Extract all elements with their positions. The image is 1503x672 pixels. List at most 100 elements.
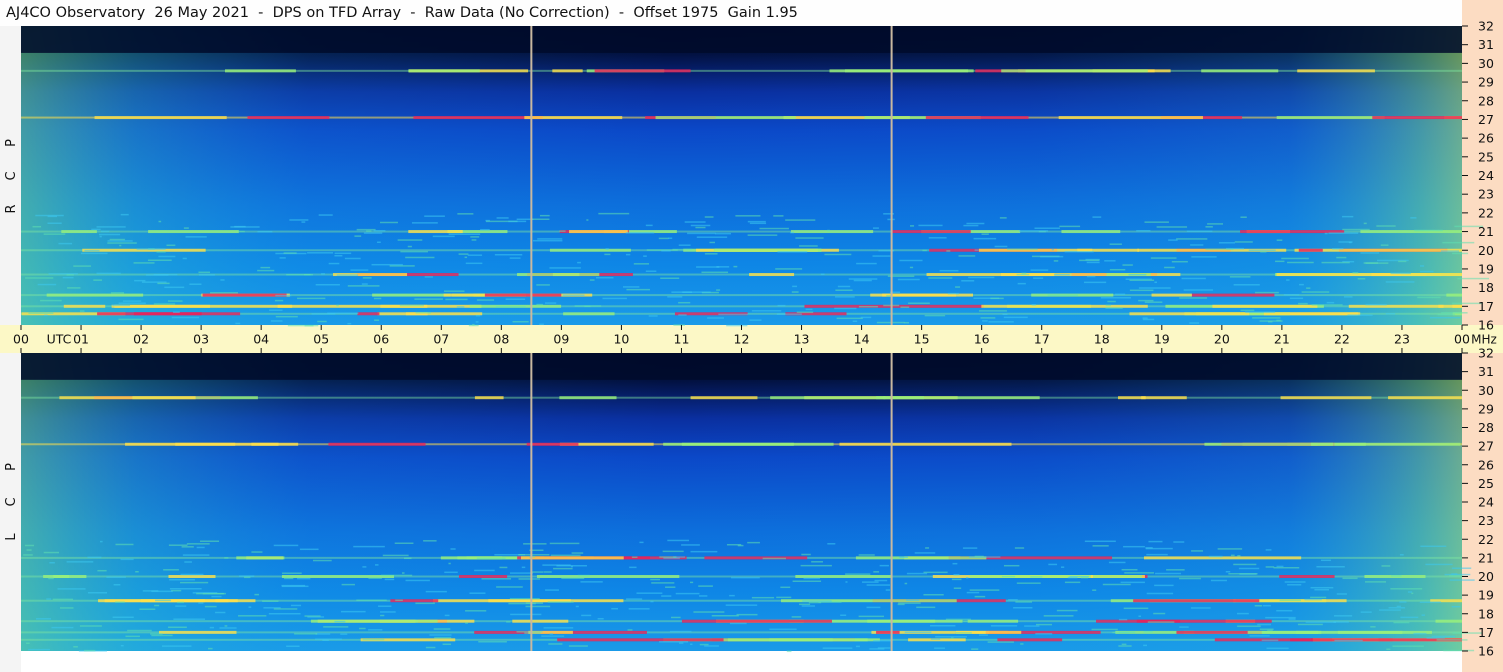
spectrogram-speckle	[475, 314, 481, 317]
spectrogram-speckle	[1252, 317, 1281, 319]
spectrogram-speckle	[1321, 261, 1350, 264]
spectrogram-speckle	[549, 542, 580, 545]
spectrogram-speckle	[845, 581, 848, 583]
spectrogram-speckle	[803, 577, 820, 580]
spectrogram-speckle	[47, 222, 62, 224]
interference-segment	[663, 442, 834, 446]
spectrogram-speckle	[1118, 618, 1128, 621]
spectrogram-speckle	[1408, 591, 1413, 593]
spectrogram-speckle	[1233, 563, 1257, 566]
spectrogram-speckle	[496, 217, 509, 219]
spectrogram-speckle	[1310, 596, 1327, 599]
spectrogram-speckle	[811, 561, 823, 563]
spectrogram-speckle	[1008, 599, 1018, 601]
spectrogram-speckle	[115, 601, 125, 603]
spectrogram-speckle	[198, 602, 204, 604]
spectrogram-speckle	[1265, 549, 1272, 551]
interference-segment	[46, 293, 144, 297]
spectrogram-speckle	[643, 255, 647, 257]
spectrogram-speckle	[658, 237, 669, 240]
spectrogram-speckle	[808, 601, 822, 604]
interference-segment	[690, 396, 758, 400]
spectrogram-speckle	[474, 569, 495, 572]
spectrogram-speckle	[1279, 599, 1302, 602]
frequency-tick-label: 30	[1478, 56, 1494, 71]
interference-segment	[981, 304, 1148, 308]
spectrogram-speckle	[1207, 223, 1224, 225]
spectrogram-speckle	[897, 603, 905, 606]
interference-segment	[1276, 116, 1385, 120]
spectrogram-speckle	[145, 274, 169, 276]
spectrogram-speckle	[28, 312, 54, 315]
spectrogram-speckle	[151, 634, 173, 637]
spectrogram-speckle	[411, 222, 438, 224]
spectrogram-speckle	[1392, 645, 1424, 647]
spectrogram-speckle	[1417, 296, 1441, 299]
spectrogram-speckle	[93, 279, 102, 281]
spectrogram-speckle	[1084, 281, 1107, 284]
spectrogram-speckle	[729, 622, 747, 625]
spectrogram-speckle	[107, 240, 133, 242]
spectrogram-speckle	[969, 556, 1001, 558]
spectrogram-speckle	[59, 607, 74, 609]
spectrogram-speckle	[1092, 545, 1109, 547]
spectrogram-speckle	[1305, 621, 1337, 623]
spectrogram-speckle	[1298, 302, 1308, 305]
spectrogram-speckle	[99, 235, 102, 238]
spectrogram-speckle	[361, 283, 368, 285]
spectrogram-speckle	[709, 241, 716, 244]
spectrogram-speckle	[1146, 592, 1174, 595]
spectrogram-speckle	[327, 312, 359, 315]
spectrogram-speckle	[648, 315, 658, 317]
spectrogram-speckle	[701, 271, 729, 274]
spectrogram-speckle	[698, 585, 713, 587]
spectrogram-speckle	[633, 263, 650, 265]
spectrogram-speckle	[661, 595, 672, 597]
interference-segment	[1372, 116, 1462, 120]
spectrogram-speckle	[659, 556, 677, 558]
spectrogram-speckle	[399, 304, 424, 307]
spectrogram-speckle	[1108, 561, 1126, 564]
interference-segment	[1348, 304, 1444, 308]
spectrogram-speckle	[87, 556, 102, 559]
spectrogram-speckle	[690, 224, 711, 227]
spectrogram-speckle	[853, 279, 872, 282]
spectrogram-speckle	[714, 232, 732, 235]
spectrogram-speckle	[979, 634, 988, 636]
spectrogram-speckle	[953, 587, 962, 589]
spectrogram-speckle	[318, 214, 333, 216]
spectrogram-speckle	[48, 577, 54, 580]
interference-segment	[536, 575, 680, 578]
interference-segment	[512, 619, 569, 623]
spectrogram-speckle	[1449, 579, 1475, 581]
spectrogram-speckle	[822, 647, 853, 649]
spectrogram-speckle	[1154, 281, 1157, 284]
frequency-tick-label: 18	[1478, 280, 1494, 295]
spectrogram-speckle	[627, 629, 633, 631]
utc-tick-label: 12	[734, 332, 750, 347]
interference-segment	[749, 273, 795, 277]
spectrogram-speckle	[1056, 609, 1078, 612]
spectrogram-speckle	[1118, 645, 1132, 647]
spectrogram-speckle	[611, 607, 619, 610]
spectrogram-speckle	[1396, 605, 1401, 608]
spectrogram-speckle	[321, 273, 325, 275]
spectrogram-speckle	[550, 554, 581, 557]
spectrogram-speckle	[512, 320, 529, 323]
spectrogram-speckle	[374, 564, 379, 566]
spectrogram-speckle	[1024, 625, 1040, 627]
spectrogram-speckle	[726, 324, 748, 327]
spectrogram-speckle	[904, 582, 908, 585]
spectrogram-speckle	[1255, 291, 1279, 294]
spectrogram-speckle	[1164, 266, 1175, 269]
spectrogram-speckle	[294, 633, 318, 635]
spectrogram-speckle	[660, 277, 680, 279]
spectrogram-speckle	[805, 308, 813, 311]
spectrogram-speckle	[1148, 540, 1163, 543]
frequency-axis-lcp: 16 17 18 19 20 21 22 23 24 25 26 27 28 29 30 31 32	[1462, 346, 1494, 659]
spectrogram-speckle	[531, 571, 544, 573]
spectrogram-speckle	[169, 587, 202, 590]
spectrogram-speckle	[840, 614, 847, 617]
spectrogram-speckle	[96, 272, 121, 275]
spectrogram-speckle	[980, 317, 996, 319]
